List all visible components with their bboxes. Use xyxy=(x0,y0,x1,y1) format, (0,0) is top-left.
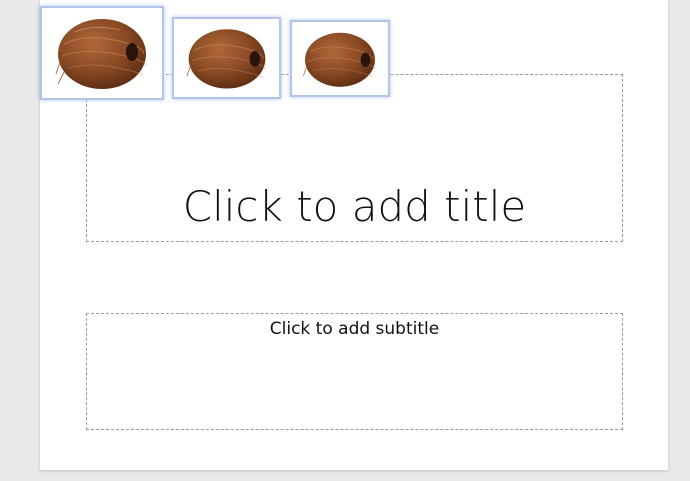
subtitle-placeholder-text: Click to add subtitle xyxy=(269,319,440,339)
subtitle-placeholder[interactable]: Click to add subtitle xyxy=(86,313,623,430)
title-placeholder[interactable]: Click to add title xyxy=(86,74,623,242)
coconut-image xyxy=(185,29,266,89)
coconut-image xyxy=(55,19,147,89)
coconut-image-1[interactable] xyxy=(40,6,164,100)
title-placeholder-text: Click to add title xyxy=(182,182,527,231)
coconut-image-3[interactable] xyxy=(290,20,390,97)
editor-canvas: Click to add title Click to add subtitle xyxy=(0,0,690,481)
coconut-image-2[interactable] xyxy=(172,17,281,99)
coconut-image xyxy=(303,32,376,87)
